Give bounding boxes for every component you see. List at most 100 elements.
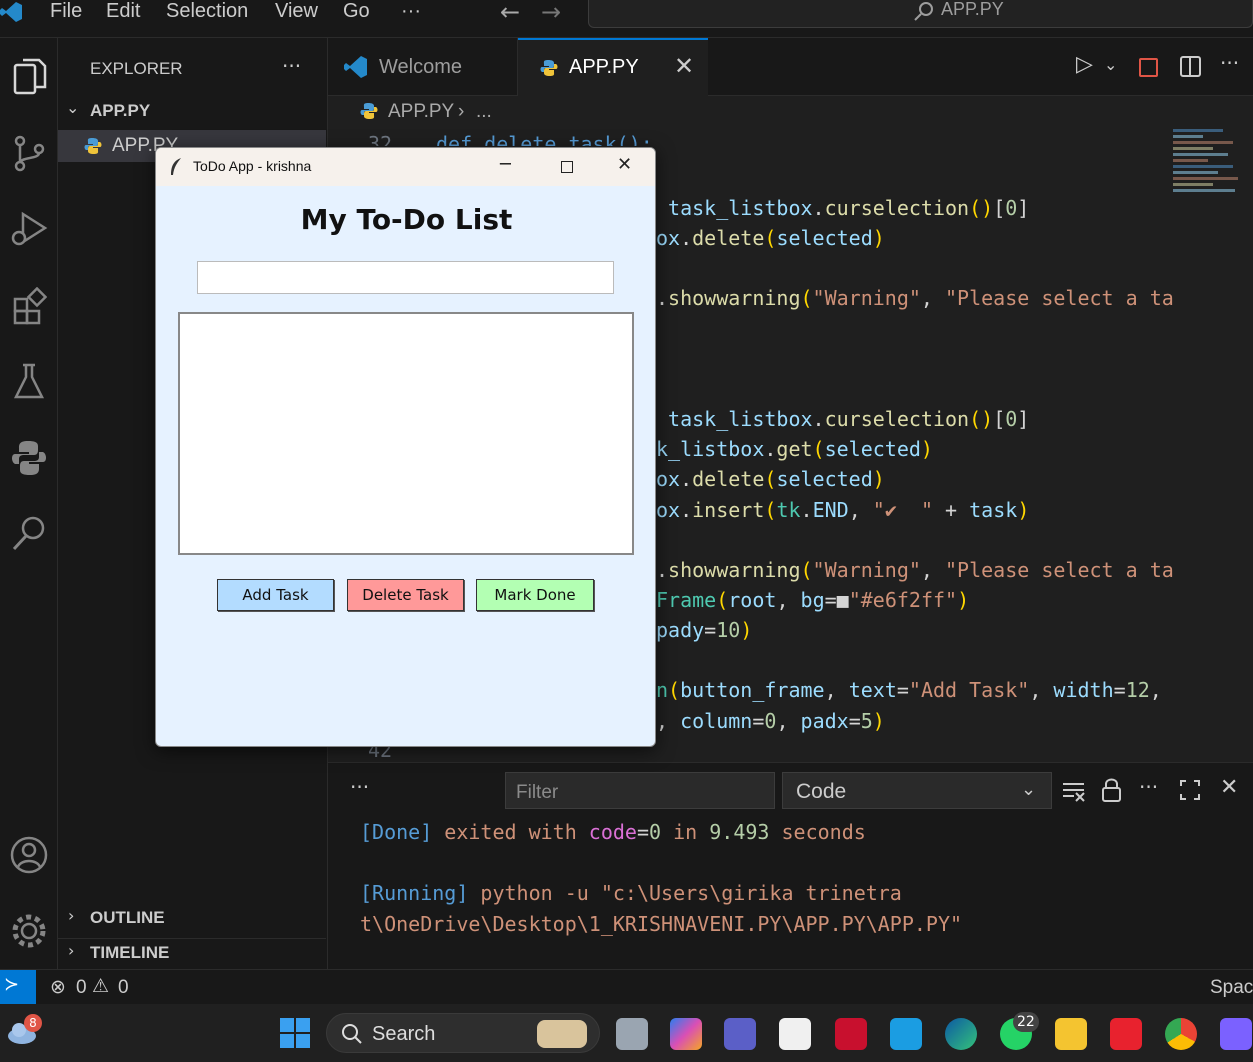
- python-icon[interactable]: [0, 433, 58, 483]
- code-token: ,: [1149, 678, 1162, 703]
- command-center-search[interactable]: APP.PY: [588, 0, 1253, 28]
- todo-window-title: ToDo App - krishna: [193, 158, 312, 174]
- minimap[interactable]: [1173, 126, 1248, 226]
- task-listbox[interactable]: [178, 312, 634, 555]
- microsoft-store-icon[interactable]: [779, 1018, 811, 1050]
- error-icon: ⊗: [50, 976, 66, 998]
- line-number: 32: [368, 132, 393, 146]
- remote-indicator[interactable]: ≻: [0, 970, 36, 1005]
- minimize-icon[interactable]: ─: [500, 154, 511, 175]
- editor-tabs: Welcome APP.PY ✕ ▷ ⌄ ···: [328, 38, 1253, 96]
- chrome-icon[interactable]: [1165, 1018, 1197, 1050]
- more-actions-icon[interactable]: ···: [1220, 51, 1239, 75]
- menu-file[interactable]: File: [50, 0, 82, 24]
- code-line: task_listbox.curselection()[0]: [656, 196, 1029, 220]
- tab-app-py-label: APP.PY: [569, 56, 639, 78]
- code-token: ): [957, 587, 970, 612]
- code-token: (: [812, 437, 825, 462]
- taskbar-search[interactable]: Search: [326, 1013, 600, 1053]
- code-token: .: [680, 226, 693, 251]
- windows-start-icon[interactable]: [280, 1018, 310, 1048]
- code-token: ox: [656, 497, 681, 522]
- windows-taskbar: 8 Search 22: [0, 1004, 1253, 1062]
- explorer-more-button[interactable]: ···: [282, 54, 301, 78]
- close-icon[interactable]: ✕: [1220, 775, 1238, 800]
- folder-header[interactable]: ⌄ APP.PY: [58, 98, 326, 126]
- menu-selection[interactable]: Selection: [166, 0, 248, 24]
- wps-office-icon[interactable]: [1110, 1018, 1142, 1050]
- code-token: ): [1017, 497, 1030, 522]
- code-token: 0: [1005, 196, 1018, 220]
- activity-bar: [0, 38, 58, 969]
- outline-section[interactable]: › OUTLINE: [58, 904, 326, 932]
- more-actions-icon[interactable]: ···: [1139, 775, 1158, 799]
- edge-icon[interactable]: [945, 1018, 977, 1050]
- close-icon[interactable]: ✕: [674, 52, 694, 80]
- output-channel-select[interactable]: Code ⌄: [782, 772, 1052, 809]
- todo-titlebar[interactable]: ToDo App - krishna ─ ✕: [156, 148, 655, 186]
- tab-app-py[interactable]: APP.PY ✕: [518, 38, 708, 96]
- weather-widget[interactable]: 8: [6, 1014, 42, 1048]
- testing-flask-icon[interactable]: [0, 356, 58, 406]
- search-icon[interactable]: [0, 508, 58, 558]
- indentation-status[interactable]: Spac: [1210, 977, 1253, 999]
- account-icon[interactable]: [0, 830, 58, 880]
- code-token: =: [704, 618, 717, 643]
- code-token: "Warning": [812, 286, 921, 311]
- back-arrow-icon[interactable]: ←: [500, 0, 520, 26]
- code-token: ]: [1017, 407, 1030, 432]
- explorer-icon[interactable]: [0, 52, 58, 102]
- mark-done-button[interactable]: Mark Done: [476, 579, 594, 611]
- extensions-icon[interactable]: [0, 282, 58, 332]
- chevron-right-icon: ›: [68, 941, 75, 960]
- close-icon[interactable]: ✕: [617, 154, 632, 175]
- teams-icon[interactable]: [724, 1018, 756, 1050]
- forward-arrow-icon[interactable]: →: [541, 0, 561, 26]
- clear-output-icon[interactable]: [1062, 780, 1086, 802]
- title-bar: File Edit Selection View Go ··· ← → APP.…: [0, 0, 1253, 38]
- code-token: .: [680, 497, 693, 522]
- source-control-icon[interactable]: [0, 128, 58, 178]
- vscode-logo-icon: [344, 56, 367, 78]
- lock-icon[interactable]: [1101, 777, 1123, 803]
- chevron-down-icon[interactable]: ⌄: [1104, 55, 1117, 74]
- add-task-button[interactable]: Add Task: [217, 579, 334, 611]
- menu-view[interactable]: View: [275, 0, 318, 24]
- maximize-icon[interactable]: [561, 161, 573, 173]
- filter-input[interactable]: Filter: [505, 772, 775, 809]
- app-icon[interactable]: [1220, 1018, 1252, 1050]
- remote-icon: ≻: [4, 974, 20, 995]
- output-token: =: [636, 820, 650, 844]
- filter-placeholder: Filter: [516, 782, 559, 803]
- task-view-icon[interactable]: [616, 1018, 648, 1050]
- chevron-right-icon: ›: [68, 906, 75, 925]
- file-explorer-icon[interactable]: [1055, 1018, 1087, 1050]
- code-token: ): [740, 618, 753, 643]
- breadcrumb-file[interactable]: APP.PY: [388, 101, 454, 123]
- menu-more[interactable]: ···: [401, 0, 421, 24]
- settings-gear-icon[interactable]: [0, 906, 58, 956]
- app-icon[interactable]: [890, 1018, 922, 1050]
- copilot-icon[interactable]: [670, 1018, 702, 1050]
- maximize-panel-icon[interactable]: [1180, 780, 1200, 800]
- menu-edit[interactable]: Edit: [106, 0, 140, 24]
- mcafee-icon[interactable]: [835, 1018, 867, 1050]
- code-line: task_listbox.curselection()[0]: [656, 407, 1029, 431]
- delete-task-button[interactable]: Delete Task: [347, 579, 464, 611]
- timeline-section[interactable]: › TIMELINE: [58, 938, 326, 966]
- task-entry-input[interactable]: [197, 261, 614, 294]
- stop-icon[interactable]: [1139, 58, 1158, 77]
- menu-go[interactable]: Go: [343, 0, 370, 24]
- tab-welcome[interactable]: Welcome: [328, 38, 518, 96]
- split-editor-icon[interactable]: [1180, 56, 1202, 78]
- code-line: .showwarning("Warning", "Please select a…: [656, 558, 1174, 582]
- code-token: showwarning: [668, 557, 801, 582]
- run-debug-icon[interactable]: [0, 203, 58, 253]
- run-icon[interactable]: ▷: [1076, 52, 1093, 77]
- search-highlight-image: [537, 1020, 587, 1048]
- code-token: curselection: [824, 407, 970, 432]
- panel-more-button[interactable]: ···: [350, 775, 369, 799]
- code-token: (: [716, 587, 729, 612]
- code-token: padx: [800, 708, 849, 733]
- explorer-title: EXPLORER: [90, 59, 183, 78]
